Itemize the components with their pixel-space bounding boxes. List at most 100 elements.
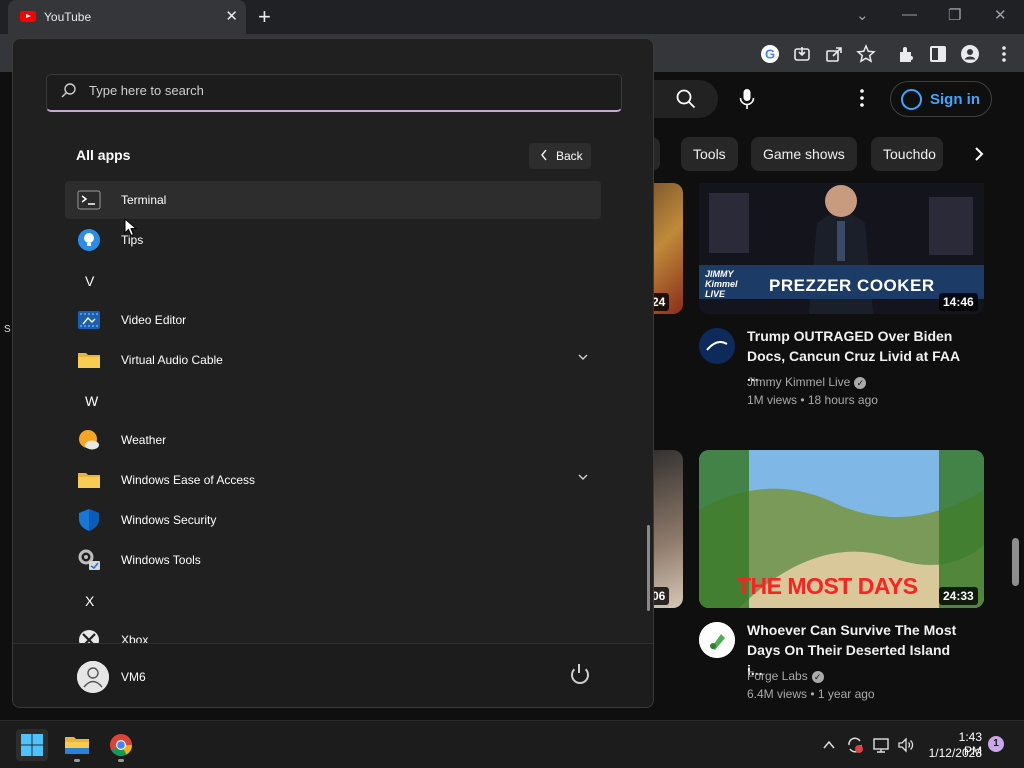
chrome-icon <box>110 734 132 756</box>
taskbar: 1:43 PM 1/12/2023 1 <box>0 720 1024 768</box>
video-meta: 1M views • 18 hours ago <box>747 393 878 407</box>
close-window-button[interactable]: ✕ <box>994 6 1007 24</box>
volume-icon[interactable] <box>897 736 915 754</box>
chip-touchdown[interactable]: Touchdo <box>871 137 943 171</box>
search-icon <box>676 89 696 109</box>
video-thumbnail[interactable]: THE MOST DAYS 24:33 <box>699 450 984 608</box>
svg-text:G: G <box>765 47 775 62</box>
file-explorer-icon <box>65 737 89 754</box>
app-xbox[interactable]: Xbox <box>65 621 601 643</box>
microphone-icon <box>739 89 755 109</box>
app-video-editor[interactable]: Video Editor <box>65 301 601 339</box>
app-tips[interactable]: Tips <box>65 221 601 259</box>
folder-icon <box>78 353 100 368</box>
tools-icon <box>78 549 100 570</box>
show-hidden-icons-chevron-up-icon[interactable] <box>822 738 836 752</box>
app-label: Terminal <box>121 193 167 207</box>
start-menu-scrollbar[interactable] <box>647 525 650 611</box>
tab-close-icon[interactable]: ✕ <box>225 7 238 25</box>
channel-name[interactable]: Jimmy Kimmel Live <box>747 375 850 389</box>
xbox-icon <box>79 630 99 643</box>
youtube-scrollbar[interactable] <box>1012 538 1019 586</box>
tab-title: YouTube <box>44 10 92 24</box>
start-search-input[interactable] <box>89 83 589 98</box>
verified-badge-icon: ✓ <box>811 670 824 683</box>
youtube-search-button[interactable] <box>654 80 718 118</box>
chevron-right-icon[interactable] <box>970 145 988 163</box>
terminal-icon <box>77 190 101 210</box>
back-label: Back <box>556 149 583 163</box>
video-editor-icon <box>78 311 100 329</box>
tab-youtube[interactable]: YouTube ✕ <box>8 0 246 34</box>
app-windows-security[interactable]: Windows Security <box>65 501 601 539</box>
side-panel-icon[interactable] <box>928 44 948 64</box>
section-letter-v[interactable]: V <box>85 273 94 289</box>
thumbnail-headline: PREZZER COOKER <box>769 276 935 295</box>
minimize-button[interactable]: — <box>902 6 917 23</box>
tab-search-icon[interactable]: ⌄ <box>856 6 869 24</box>
app-label: Windows Ease of Access <box>121 473 256 487</box>
app-weather[interactable]: Weather <box>65 421 601 459</box>
running-indicator <box>74 759 80 762</box>
forge-labs-logo-icon <box>699 622 735 658</box>
app-label: Video Editor <box>121 313 187 327</box>
app-label: Windows Security <box>121 513 217 527</box>
section-letter-w[interactable]: W <box>85 393 98 409</box>
search-icon <box>61 83 76 98</box>
user-name[interactable]: VM6 <box>121 670 146 684</box>
start-menu: All apps Back Terminal Tips V Video Edit… <box>12 38 654 708</box>
back-button[interactable]: Back <box>529 143 591 169</box>
start-button[interactable] <box>16 729 48 761</box>
power-icon[interactable] <box>571 664 589 684</box>
chevron-down-icon[interactable] <box>577 471 589 483</box>
share-icon[interactable] <box>824 44 844 64</box>
start-search-box[interactable] <box>46 74 622 112</box>
notification-badge[interactable]: 1 <box>988 736 1004 752</box>
bookmark-star-icon[interactable] <box>856 44 876 64</box>
sign-in-label: Sign in <box>930 91 980 108</box>
profile-icon[interactable] <box>960 44 980 64</box>
restore-button[interactable]: ❐ <box>948 6 961 24</box>
file-explorer-button[interactable] <box>61 729 93 762</box>
windows-logo-icon <box>21 734 43 756</box>
channel-avatar[interactable] <box>699 622 735 658</box>
app-label: Xbox <box>121 633 149 643</box>
video-duration: 14:46 <box>939 293 978 311</box>
install-app-icon[interactable] <box>792 44 812 64</box>
shield-icon <box>79 509 99 531</box>
channel-name[interactable]: Forge Labs <box>747 669 808 683</box>
app-label: Weather <box>121 433 167 447</box>
video-meta: 6.4M views • 1 year ago <box>747 687 875 701</box>
chevron-down-icon[interactable] <box>577 351 589 363</box>
section-letter-x[interactable]: X <box>85 593 94 609</box>
kimmel-logo-icon <box>699 328 735 364</box>
app-windows-tools[interactable]: Windows Tools <box>65 541 601 579</box>
youtube-settings-kebab-icon[interactable] <box>852 88 872 108</box>
tips-icon <box>78 229 100 251</box>
google-icon[interactable]: G <box>760 44 780 64</box>
chip-game-shows[interactable]: Game shows <box>751 137 857 171</box>
voice-search-button[interactable] <box>728 80 766 118</box>
video-thumbnail[interactable]: JIMMY Kimmel LIVE PREZZER COOKER 14:46 <box>699 183 984 314</box>
extensions-icon[interactable] <box>896 44 916 64</box>
youtube-favicon-icon <box>20 11 36 22</box>
sync-icon[interactable] <box>846 736 864 754</box>
new-tab-button[interactable]: + <box>258 4 271 30</box>
user-icon <box>77 661 109 693</box>
app-label: Virtual Audio Cable <box>121 353 223 367</box>
weather-icon <box>79 430 99 450</box>
start-menu-footer: VM6 <box>13 643 653 707</box>
channel-avatar[interactable] <box>699 328 735 364</box>
app-terminal[interactable]: Terminal <box>65 181 601 219</box>
clock-date[interactable]: 1/12/2023 <box>926 746 982 760</box>
browser-menu-icon[interactable] <box>994 44 1014 64</box>
sign-in-button[interactable]: Sign in <box>890 81 992 117</box>
app-virtual-audio-cable[interactable]: Virtual Audio Cable <box>65 341 601 379</box>
video-duration: 24:33 <box>939 587 978 605</box>
chip-tools[interactable]: Tools <box>681 137 738 171</box>
channel-name-row: Jimmy Kimmel Live ✓ <box>747 375 867 389</box>
chrome-button[interactable] <box>105 729 137 762</box>
user-avatar[interactable] <box>77 661 109 693</box>
app-windows-ease-of-access[interactable]: Windows Ease of Access <box>65 461 601 499</box>
network-icon[interactable] <box>872 736 890 754</box>
